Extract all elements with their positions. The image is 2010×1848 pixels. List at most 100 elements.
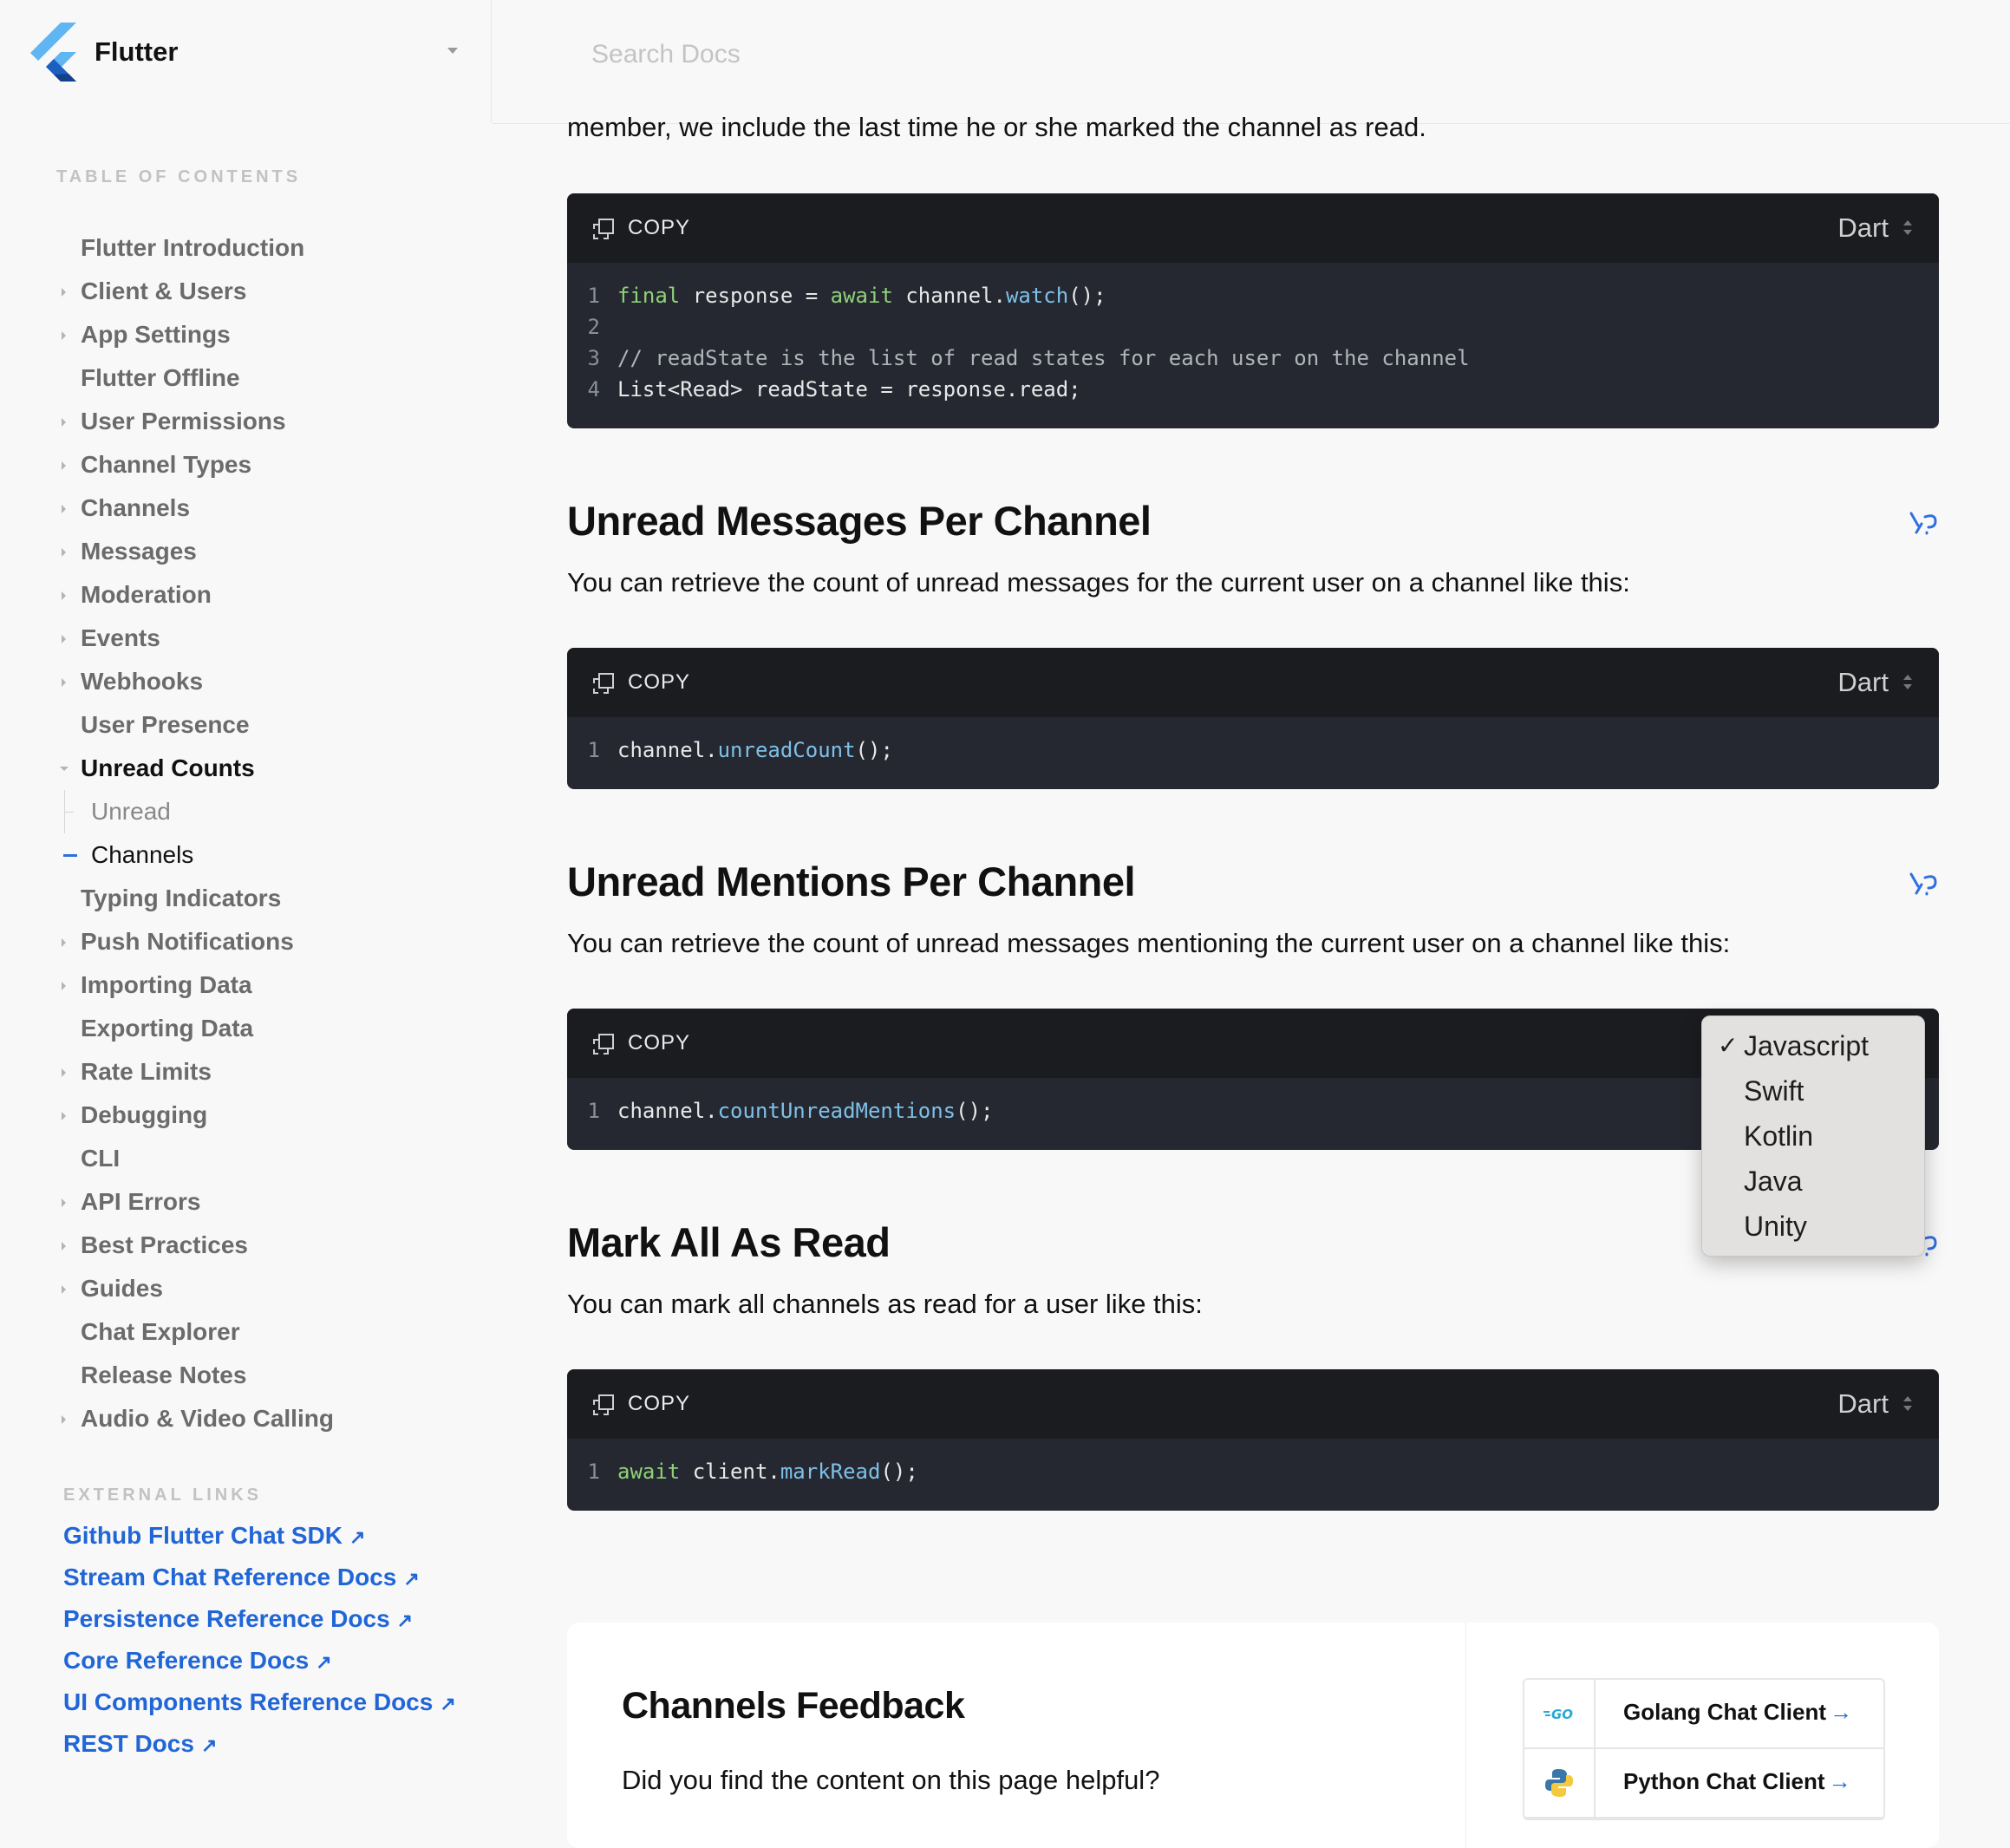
sidebar-item-label: Events bbox=[81, 624, 160, 651]
sidebar-item[interactable]: Flutter Offline bbox=[0, 356, 493, 400]
sidebar-item[interactable]: Channel Types bbox=[0, 443, 493, 486]
select-caret-icon bbox=[1902, 1394, 1913, 1414]
sidebar-item[interactable]: Release Notes bbox=[0, 1354, 493, 1397]
sidebar-item[interactable]: Events bbox=[0, 617, 493, 660]
sidebar-item[interactable]: Client & Users bbox=[0, 270, 493, 313]
sidebar-item[interactable]: Flutter Introduction bbox=[0, 226, 493, 270]
external-link-label: Persistence Reference Docs bbox=[63, 1605, 390, 1632]
sidebar-item[interactable]: Webhooks bbox=[0, 660, 493, 703]
external-link-icon: ↗ bbox=[440, 1693, 456, 1714]
external-link[interactable]: UI Components Reference Docs ↗ bbox=[63, 1681, 456, 1723]
sidebar-item[interactable]: Messages bbox=[0, 530, 493, 573]
dropdown-option-label: Swift bbox=[1744, 1075, 1804, 1107]
copy-button[interactable]: COPY bbox=[593, 1029, 690, 1057]
client-label: Golang Chat Client bbox=[1623, 1699, 1826, 1725]
code-line: 1 channel.unreadCount(); bbox=[587, 738, 893, 762]
external-link-label: UI Components Reference Docs bbox=[63, 1688, 434, 1715]
language-select[interactable]: Dart bbox=[1837, 663, 1913, 702]
client-list: GO Golang Chat Client → Python Chat Clien… bbox=[1523, 1678, 1885, 1820]
external-link[interactable]: Github Flutter Chat SDK ↗ bbox=[63, 1515, 456, 1557]
paragraph: member, we include the last time he or s… bbox=[567, 112, 1426, 142]
client-link-golang[interactable]: GO Golang Chat Client → bbox=[1524, 1680, 1883, 1749]
dropdown-option[interactable]: ✓ Javascript bbox=[1702, 1023, 1924, 1068]
copy-icon bbox=[593, 1394, 614, 1415]
dropdown-option[interactable]: Unity bbox=[1702, 1204, 1924, 1249]
sidebar-item[interactable]: App Settings bbox=[0, 313, 493, 356]
sidebar-item-label: Unread Counts bbox=[81, 754, 255, 781]
sidebar-item-label: App Settings bbox=[81, 321, 231, 348]
external-link-icon: ↗ bbox=[349, 1526, 366, 1548]
language-dropdown-menu[interactable]: ✓ Javascript Swift Kotlin Java Unity bbox=[1701, 1015, 1925, 1257]
section-description: You can retrieve the count of unread mes… bbox=[567, 567, 1630, 597]
sidebar-item[interactable]: Importing Data bbox=[0, 963, 493, 1007]
sidebar-item[interactable]: User Permissions bbox=[0, 400, 493, 443]
external-link[interactable]: Core Reference Docs ↗ bbox=[63, 1640, 456, 1681]
sidebar-item[interactable]: Debugging bbox=[0, 1094, 493, 1137]
dropdown-option[interactable]: Kotlin bbox=[1702, 1113, 1924, 1159]
arrow-right-icon: → bbox=[1830, 1699, 1852, 1725]
sidebar-item[interactable]: Chat Explorer bbox=[0, 1310, 493, 1354]
language-select[interactable]: Dart bbox=[1837, 1385, 1913, 1423]
sidebar-item[interactable]: Push Notifications bbox=[0, 920, 493, 963]
sidebar-item-label: Chat Explorer bbox=[81, 1318, 240, 1345]
sidebar-item[interactable]: Audio & Video Calling bbox=[0, 1397, 493, 1440]
copy-button[interactable]: COPY bbox=[593, 214, 690, 242]
tree-line bbox=[65, 812, 74, 813]
copy-button[interactable]: COPY bbox=[593, 1390, 690, 1418]
section-title: Mark All As Read bbox=[567, 1219, 891, 1265]
sidebar-item-label: Unread bbox=[91, 798, 171, 825]
sidebar-item[interactable]: Unread bbox=[0, 790, 493, 833]
sidebar-item[interactable]: Channels bbox=[0, 833, 493, 877]
dropdown-option-label: Javascript bbox=[1744, 1030, 1870, 1061]
copy-icon bbox=[593, 219, 614, 239]
external-link[interactable]: Stream Chat Reference Docs ↗ bbox=[63, 1557, 456, 1598]
copy-button[interactable]: COPY bbox=[593, 669, 690, 696]
select-caret-icon bbox=[1902, 673, 1913, 692]
link-icon[interactable] bbox=[1908, 869, 1939, 900]
feedback-card: Channels Feedback Did you find the conte… bbox=[567, 1623, 1939, 1848]
sidebar-item[interactable]: Best Practices bbox=[0, 1224, 493, 1267]
sidebar-item[interactable]: Guides bbox=[0, 1267, 493, 1310]
active-indicator bbox=[63, 854, 77, 857]
sidebar-item[interactable]: Rate Limits bbox=[0, 1050, 493, 1094]
language-label: Dart bbox=[1837, 212, 1889, 243]
sidebar-item[interactable]: Unread Counts bbox=[0, 747, 493, 790]
code-line: 1 final response = await channel.watch(); bbox=[587, 284, 1106, 308]
flutter-logo-icon bbox=[30, 23, 76, 82]
code-line: 4 List<Read> readState = response.read; bbox=[587, 377, 1081, 402]
svg-text:GO: GO bbox=[1551, 1707, 1573, 1722]
client-link-python[interactable]: Python Chat Client → bbox=[1524, 1749, 1883, 1819]
dropdown-option[interactable]: Java bbox=[1702, 1159, 1924, 1204]
external-link[interactable]: REST Docs ↗ bbox=[63, 1723, 456, 1765]
dropdown-option[interactable]: Swift bbox=[1702, 1068, 1924, 1113]
sidebar-item[interactable]: CLI bbox=[0, 1137, 493, 1180]
sidebar-item-label: Channels bbox=[81, 494, 191, 521]
sidebar-item[interactable]: Typing Indicators bbox=[0, 877, 493, 920]
sidebar-item-label: Release Notes bbox=[81, 1362, 247, 1388]
link-icon[interactable] bbox=[1908, 508, 1939, 539]
sidebar-item[interactable]: Moderation bbox=[0, 573, 493, 617]
client-label: Python Chat Client bbox=[1623, 1768, 1825, 1794]
code-block: COPY Dart 1 await client.markRead(); bbox=[567, 1369, 1939, 1511]
chevron-down-icon bbox=[447, 48, 458, 54]
sidebar-item-label: Messages bbox=[81, 538, 197, 565]
sidebar-item-label: API Errors bbox=[81, 1188, 201, 1215]
section-title: Unread Messages Per Channel bbox=[567, 498, 1152, 544]
language-select[interactable]: Dart bbox=[1837, 209, 1913, 247]
search-input[interactable] bbox=[590, 31, 1200, 78]
language-label: Dart bbox=[1837, 667, 1889, 697]
external-link[interactable]: Persistence Reference Docs ↗ bbox=[63, 1598, 456, 1640]
sidebar-item-label: Moderation bbox=[81, 581, 212, 608]
sidebar-item[interactable]: API Errors bbox=[0, 1180, 493, 1224]
arrow-right-icon: → bbox=[1828, 1768, 1851, 1794]
chevron-right-icon bbox=[62, 288, 66, 297]
sidebar-item[interactable]: User Presence bbox=[0, 703, 493, 747]
external-link-icon: ↗ bbox=[316, 1651, 332, 1673]
sidebar-item[interactable]: Exporting Data bbox=[0, 1007, 493, 1050]
brand-switcher[interactable]: Flutter bbox=[21, 0, 492, 123]
chevron-right-icon bbox=[62, 982, 66, 990]
toc-nav: Flutter Introduction Client & Users App Se… bbox=[0, 226, 493, 1440]
external-link-icon: ↗ bbox=[403, 1568, 420, 1590]
sidebar-item-label: Exporting Data bbox=[81, 1015, 254, 1042]
sidebar-item[interactable]: Channels bbox=[0, 486, 493, 530]
